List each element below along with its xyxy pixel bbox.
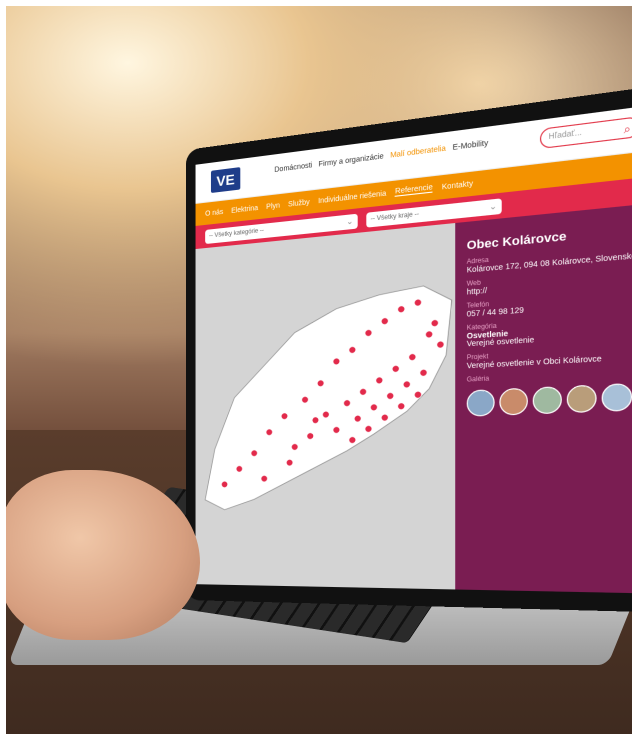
gallery-thumbnails	[466, 381, 638, 417]
nav-item[interactable]: O nás	[205, 208, 223, 217]
map-marker-icon[interactable]	[381, 414, 388, 421]
search-input[interactable]: Hľadať... ⌕	[539, 116, 638, 150]
map-marker-icon[interactable]	[414, 391, 421, 398]
map-marker-icon[interactable]	[370, 404, 377, 411]
detail-panel: ✕ Obec Kolárovce Adresa Kolárovce 172, 0…	[455, 200, 638, 594]
map-marker-icon[interactable]	[376, 377, 383, 384]
gallery-thumb[interactable]	[532, 386, 562, 415]
map-marker-icon[interactable]	[354, 415, 361, 422]
top-link[interactable]: E-Mobility	[453, 140, 489, 152]
map-marker-icon[interactable]	[251, 450, 257, 457]
map-marker-icon[interactable]	[261, 475, 267, 482]
map-marker-icon[interactable]	[281, 413, 288, 420]
map-marker-icon[interactable]	[221, 481, 227, 488]
map-marker-icon[interactable]	[365, 425, 372, 432]
nav-item[interactable]: Elektrina	[231, 204, 258, 214]
map-marker-icon[interactable]	[312, 417, 319, 424]
top-link[interactable]: Firmy a organizácie	[318, 153, 383, 169]
map-marker-icon[interactable]	[307, 433, 314, 440]
map-marker-icon[interactable]	[381, 317, 388, 324]
map-marker-icon[interactable]	[291, 444, 298, 451]
map-marker-icon[interactable]	[344, 400, 351, 407]
map-marker-icon[interactable]	[323, 411, 330, 418]
map-marker-icon[interactable]	[398, 403, 405, 410]
gallery-thumb[interactable]	[466, 389, 495, 417]
search-placeholder: Hľadať...	[548, 129, 582, 142]
map-marker-icon[interactable]	[286, 459, 293, 466]
map-marker-icon[interactable]	[236, 466, 242, 473]
top-links: Domácnosti Firmy a organizácie Malí odbe…	[274, 139, 493, 174]
top-link-active[interactable]: Malí odberatelia	[390, 145, 446, 160]
map-marker-icon[interactable]	[437, 341, 444, 348]
map-marker-icon[interactable]	[333, 358, 340, 365]
gallery-thumb[interactable]	[601, 382, 633, 412]
map-marker-icon[interactable]	[403, 381, 410, 388]
map-marker-icon[interactable]	[409, 353, 416, 360]
map-marker-icon[interactable]	[349, 346, 356, 353]
nav-item[interactable]: Plyn	[266, 202, 280, 211]
category-select-value: -- Všetky kategórie --	[209, 227, 264, 240]
map-marker-icon[interactable]	[365, 329, 372, 336]
map-marker-icon[interactable]	[317, 380, 324, 387]
nav-item[interactable]: Kontakty	[442, 180, 473, 191]
map-marker-icon[interactable]	[302, 396, 309, 403]
map-marker-icon[interactable]	[266, 429, 272, 436]
map-marker-icon[interactable]	[392, 365, 399, 372]
map-marker-icon[interactable]	[398, 306, 405, 313]
website: VE Domácnosti Firmy a organizácie Malí o…	[195, 101, 638, 594]
nav-item[interactable]: Služby	[288, 198, 310, 208]
map-marker-icon[interactable]	[414, 299, 421, 306]
map-marker-icon[interactable]	[387, 392, 394, 399]
laptop-screen: VE Domácnosti Firmy a organizácie Malí o…	[186, 81, 638, 614]
map-marker-icon[interactable]	[431, 319, 438, 326]
reference-map[interactable]	[195, 223, 456, 590]
site-logo[interactable]: VE	[210, 167, 241, 194]
chevron-down-icon: ⌄	[489, 201, 498, 212]
map-marker-icon[interactable]	[333, 426, 340, 433]
map-marker-icon[interactable]	[420, 369, 427, 376]
map-svg[interactable]	[196, 223, 456, 589]
map-marker-icon[interactable]	[360, 388, 367, 395]
gallery-label: Galéria	[466, 376, 490, 384]
gallery-thumb[interactable]	[566, 384, 597, 414]
top-link[interactable]: Domácnosti	[274, 162, 312, 174]
search-icon[interactable]: ⌕	[624, 121, 631, 140]
nav-item-active[interactable]: Referencie	[395, 183, 433, 197]
region-select-value: -- Všetky kraje --	[370, 211, 420, 223]
map-marker-icon[interactable]	[426, 331, 433, 338]
gallery-thumb[interactable]	[499, 387, 528, 416]
chevron-down-icon: ⌄	[346, 216, 354, 227]
map-marker-icon[interactable]	[349, 437, 356, 444]
nav-item[interactable]: Individuálne riešenia	[318, 190, 386, 205]
